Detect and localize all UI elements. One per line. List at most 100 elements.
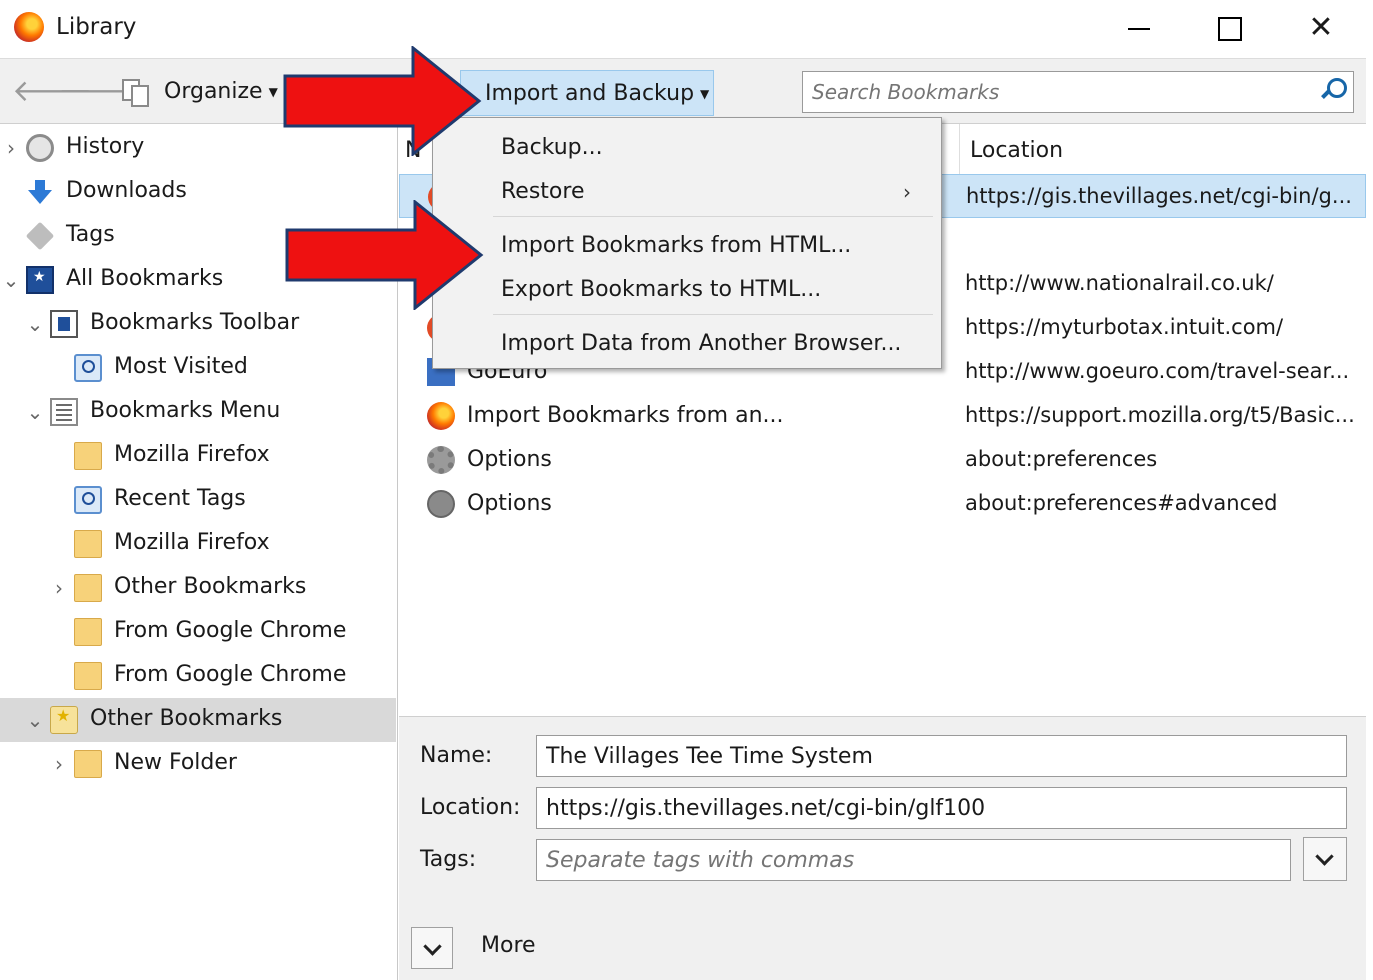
collapse-icon[interactable]: ⌄	[2, 268, 20, 292]
row-name: Options	[467, 447, 552, 472]
tag-icon	[25, 221, 55, 251]
search-input[interactable]	[803, 72, 1353, 112]
sidebar-item-label: Tags	[66, 222, 115, 247]
tags-label: Tags:	[420, 847, 477, 872]
expand-icon[interactable]: ›	[50, 576, 68, 600]
sidebar-item-label: Bookmarks Menu	[90, 398, 281, 423]
bookmarks-star-icon	[26, 266, 54, 294]
column-header-location[interactable]: Location	[959, 124, 1366, 176]
minimize-button[interactable]	[1116, 8, 1162, 48]
sidebar-item-recent-tags[interactable]: Recent Tags	[0, 478, 396, 522]
organize-icon	[122, 79, 149, 107]
sidebar-item-other-bookmarks-sub[interactable]: › Other Bookmarks	[0, 566, 396, 610]
forward-arrow-icon[interactable]: 🡒	[58, 75, 138, 109]
folder-icon	[74, 750, 102, 778]
more-label: More	[481, 933, 536, 958]
menu-item-label: Restore	[501, 179, 585, 204]
title-bar: Library ✕	[0, 0, 1373, 58]
table-row[interactable]: Options about:preferences#advanced	[399, 482, 1366, 526]
collapse-icon[interactable]: ⌄	[26, 312, 44, 336]
row-location: https://myturbotax.intuit.com/	[965, 315, 1284, 339]
sidebar-item-bookmarks-menu[interactable]: ⌄ Bookmarks Menu	[0, 390, 396, 434]
table-row[interactable]: Import Bookmarks from an... https://supp…	[399, 394, 1366, 438]
firefox-favicon-icon	[427, 402, 455, 430]
import-backup-label: Import and Backup	[485, 81, 695, 106]
download-arrow-icon	[26, 178, 54, 206]
smart-folder-icon	[74, 486, 102, 514]
sidebar-item-most-visited[interactable]: Most Visited	[0, 346, 396, 390]
sidebar-item-label: All Bookmarks	[66, 266, 224, 291]
row-location: http://www.nationalrail.co.uk/	[965, 271, 1274, 295]
menu-item-label: Import Bookmarks from HTML...	[501, 233, 852, 258]
menu-item-backup[interactable]: Backup...	[433, 126, 941, 170]
caret-down-icon: ▼	[268, 85, 278, 99]
sidebar-item-mozilla-firefox-2[interactable]: Mozilla Firefox	[0, 522, 396, 566]
sidebar-item-new-folder[interactable]: › New Folder	[0, 742, 396, 786]
menu-item-restore[interactable]: Restore ›	[433, 170, 941, 214]
caret-down-icon: ▼	[700, 87, 710, 101]
toolbar-icon	[50, 310, 78, 338]
row-location: about:preferences	[965, 447, 1158, 471]
red-arrow-annotation	[285, 200, 484, 310]
table-row[interactable]: Options about:preferences	[399, 438, 1366, 482]
red-arrow-annotation	[283, 46, 482, 156]
menu-item-import-other-browser[interactable]: Import Data from Another Browser...	[433, 322, 941, 366]
menu-item-import-html[interactable]: Import Bookmarks from HTML...	[433, 224, 941, 268]
sidebar-item-label: Other Bookmarks	[90, 706, 283, 731]
chevron-down-icon	[1315, 847, 1334, 866]
sidebar-item-label: History	[66, 134, 145, 159]
firefox-logo-icon	[14, 12, 44, 42]
organize-button[interactable]: Organize ▼	[164, 79, 278, 104]
expand-icon[interactable]: ›	[50, 752, 68, 776]
close-button[interactable]: ✕	[1298, 8, 1344, 48]
folder-icon	[74, 618, 102, 646]
smart-folder-icon	[74, 354, 102, 382]
folder-icon	[74, 442, 102, 470]
row-location: https://support.mozilla.org/t5/Basic...	[965, 403, 1355, 427]
submenu-arrow-icon: ›	[903, 180, 911, 204]
folder-icon	[74, 662, 102, 690]
menu-separator	[493, 216, 933, 217]
tags-field[interactable]	[536, 839, 1291, 881]
tags-dropdown-button[interactable]	[1303, 837, 1347, 881]
chevron-down-icon	[423, 937, 442, 956]
row-location: about:preferences#advanced	[965, 491, 1278, 515]
location-label: Location:	[420, 795, 521, 820]
back-arrow-icon[interactable]: 🡐	[12, 75, 92, 109]
window-title: Library	[56, 14, 137, 40]
bookmark-details-pane: Name: Location: Tags: More	[399, 716, 1366, 980]
menu-item-label: Backup...	[501, 135, 603, 160]
sidebar-item-label: Other Bookmarks	[114, 574, 307, 599]
menu-item-label: Export Bookmarks to HTML...	[501, 277, 822, 302]
sidebar-item-mozilla-firefox[interactable]: Mozilla Firefox	[0, 434, 396, 478]
folder-icon	[74, 530, 102, 558]
expand-icon[interactable]: ›	[2, 136, 20, 160]
maximize-button[interactable]	[1206, 8, 1252, 48]
location-field[interactable]	[536, 787, 1347, 829]
collapse-icon[interactable]: ⌄	[26, 708, 44, 732]
clock-icon	[26, 134, 54, 162]
name-field[interactable]	[536, 735, 1347, 777]
search-box[interactable]	[802, 71, 1354, 113]
row-location: http://www.goeuro.com/travel-sear...	[965, 359, 1350, 383]
sidebar-item-label: From Google Chrome	[114, 618, 347, 643]
sidebar-item-label: Bookmarks Toolbar	[90, 310, 300, 335]
sidebar-item-label: Mozilla Firefox	[114, 442, 270, 467]
sidebar-item-label: Most Visited	[114, 354, 248, 379]
sidebar-item-label: Downloads	[66, 178, 187, 203]
menu-list-icon	[50, 398, 78, 426]
more-expand-button[interactable]	[411, 927, 453, 969]
search-icon[interactable]	[1319, 78, 1347, 104]
row-name: Import Bookmarks from an...	[467, 403, 784, 428]
sidebar-item-from-google-chrome[interactable]: From Google Chrome	[0, 610, 396, 654]
import-backup-button[interactable]: Import and Backup ▼	[460, 70, 714, 116]
row-name: Options	[467, 491, 552, 516]
sidebar-item-label: From Google Chrome	[114, 662, 347, 687]
collapse-icon[interactable]: ⌄	[26, 400, 44, 424]
gear-icon	[427, 446, 455, 474]
sidebar-item-from-google-chrome-2[interactable]: From Google Chrome	[0, 654, 396, 698]
menu-item-export-html[interactable]: Export Bookmarks to HTML...	[433, 268, 941, 312]
sidebar-item-label: Mozilla Firefox	[114, 530, 270, 555]
other-bookmarks-star-icon	[50, 706, 78, 734]
sidebar-item-other-bookmarks[interactable]: ⌄ Other Bookmarks	[0, 698, 396, 742]
